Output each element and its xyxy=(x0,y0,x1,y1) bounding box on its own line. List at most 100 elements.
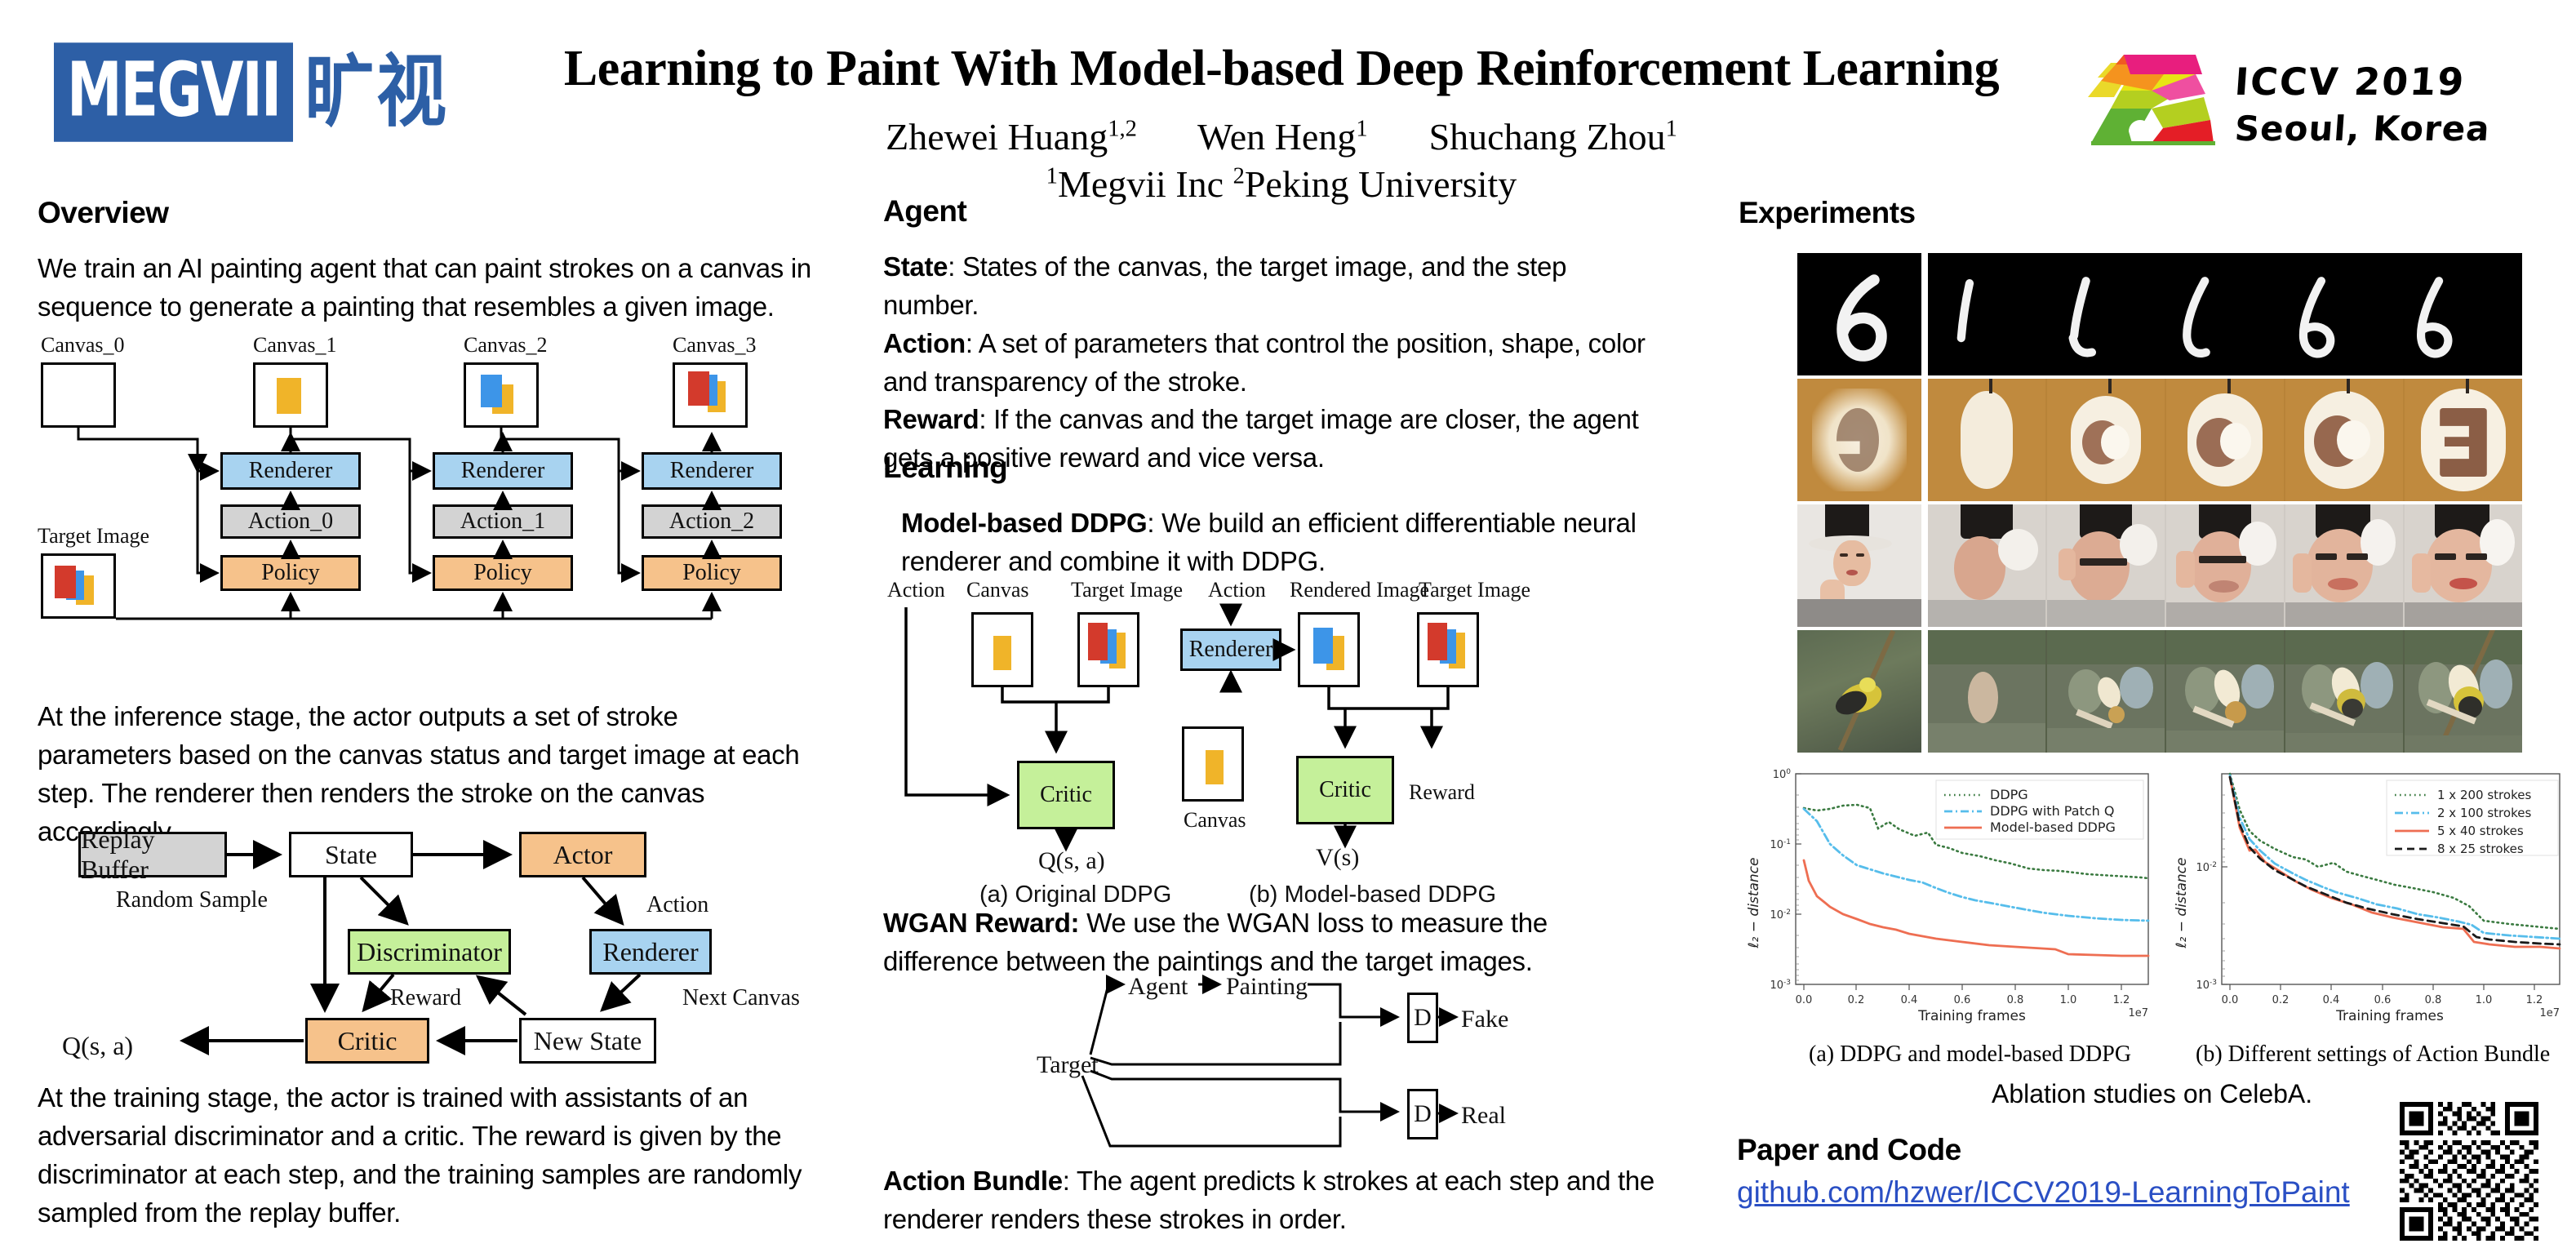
overview-heading: Overview xyxy=(38,196,169,229)
wgan-diagram: Agent Painting Target D D Fake Real xyxy=(1020,973,1624,1161)
agent-state-line: State: States of the canvas, the target … xyxy=(883,248,1667,325)
chart-a-ytick-2: 10-2 xyxy=(1770,908,1791,922)
iccv-year-label: ICCV 2019 xyxy=(2233,59,2467,104)
chart-a-legend-0: DDPG xyxy=(1990,787,2028,802)
ddpg-b-critic-box: Critic xyxy=(1296,756,1394,824)
chart-a-xtick-2: 0.4 xyxy=(1901,994,1918,1006)
wgan-reward-paragraph: WGAN Reward: We use the WGAN loss to mea… xyxy=(883,904,1659,981)
iccv-text-block: ICCV 2019 Seoul, Korea xyxy=(2233,59,2491,149)
renderer-box-training: Renderer xyxy=(589,929,712,975)
ddpg-comparison-diagram: Action Canvas Target Image Action Render… xyxy=(887,578,1688,908)
ddpg-b-output-label: V(s) xyxy=(1316,844,1360,871)
wgan-reward-label: WGAN Reward: xyxy=(883,908,1080,938)
chart-b-xtick-5: 1.0 xyxy=(2476,994,2493,1006)
next-canvas-edge-label: Next Canvas xyxy=(682,985,800,1010)
chart-b-x-exponent: 1e7 xyxy=(2539,1007,2560,1019)
author-1: Zhewei Huang1,2 xyxy=(886,116,1137,158)
poster-root: MEGVII 旷视 Learning to Paint With Model-b… xyxy=(0,0,2576,1257)
canvas-3-thumb xyxy=(673,362,748,428)
policy-box-1: Policy xyxy=(220,555,361,591)
target-thumb-bird xyxy=(1797,630,1921,753)
ddpg-a-output-label: Q(s, a) xyxy=(1038,847,1105,874)
chart-a-xtick-4: 0.8 xyxy=(2007,994,2024,1006)
agent-state-label: State xyxy=(883,251,948,282)
ddpg-b-target-label: Target Image xyxy=(1419,578,1531,602)
chart-b-legend-0: 1 x 200 strokes xyxy=(2437,788,2531,802)
wgan-discriminator-fake-box: D xyxy=(1407,993,1438,1043)
canvas-2-label: Canvas_2 xyxy=(464,333,548,357)
author-3: Shuchang Zhou1 xyxy=(1428,116,1677,158)
wgan-painting-label: Painting xyxy=(1226,973,1308,1000)
chart-a-legend-2: Model-based DDPG xyxy=(1990,819,2116,835)
chart-b-ytick-1: 10-3 xyxy=(2196,979,2217,992)
chart-a-ytick-0: 100 xyxy=(1773,768,1792,781)
digit-six-target-icon xyxy=(1837,274,1887,362)
ddpg-b-action-label: Action xyxy=(1208,578,1266,602)
renderer-box-1: Renderer xyxy=(220,452,361,490)
discriminator-box: Discriminator xyxy=(348,929,511,975)
policy-box-2: Policy xyxy=(433,555,573,591)
ddpg-b-renderer-box: Renderer xyxy=(1180,628,1281,671)
ddpg-a-target-thumb xyxy=(1077,612,1139,687)
agent-column: Agent State: States of the canvas, the t… xyxy=(883,194,1683,477)
overview-paragraph-1: We train an AI painting agent that can p… xyxy=(38,253,811,322)
target-thumb-svhn xyxy=(1797,379,1921,501)
chart-b-legend-2: 5 x 40 strokes xyxy=(2437,824,2524,838)
wgan-target-label: Target xyxy=(1037,1051,1099,1078)
q-output-label: Q(s, a) xyxy=(62,1031,134,1060)
policy-box-3: Policy xyxy=(642,555,782,591)
action-box-1: Action_1 xyxy=(433,504,573,539)
chart-b-ytick-0: 10-2 xyxy=(2196,861,2217,874)
agent-action-line: Action: A set of parameters that control… xyxy=(883,325,1667,402)
chart-a-xtick-3: 0.6 xyxy=(1954,994,1971,1006)
chart-a-legend-1: DDPG with Patch Q xyxy=(1990,803,2114,819)
learning-ddpg-line: Model-based DDPG: We build an efficient … xyxy=(901,504,1652,581)
github-link[interactable]: github.com/hzwer/ICCV2019-LearningToPain… xyxy=(1737,1175,2350,1210)
replay-buffer-box: Replay Buffer xyxy=(78,824,227,884)
chart-b-legend-1: 2 x 100 strokes xyxy=(2437,806,2531,820)
wgan-diagram-arrows xyxy=(1081,975,1459,1148)
chart-action-bundle: ℓ₂ − distance 10-2 10-3 0.0 0.2 0.4 0.6 … xyxy=(2168,766,2576,1027)
ddpg-a-canvas-label: Canvas xyxy=(966,578,1029,602)
chart-a-xtick-6: 1.2 xyxy=(2113,994,2130,1006)
ddpg-b-reward-label: Reward xyxy=(1409,780,1475,804)
action-box-2: Action_2 xyxy=(642,504,782,539)
megvii-wordmark: MEGVII xyxy=(54,42,294,142)
wgan-discriminator-real-box: D xyxy=(1407,1089,1438,1139)
chart-b-legend-3: 8 x 25 strokes xyxy=(2437,842,2524,856)
chart-b-xlabel: Training frames xyxy=(2335,1008,2444,1024)
chart-b-xtick-3: 0.6 xyxy=(2374,994,2392,1006)
target-image-label: Target Image xyxy=(38,524,150,548)
ddpg-a-canvas-thumb xyxy=(971,612,1033,687)
digit-six-progression-icon xyxy=(1956,277,2453,358)
inference-diagram: Canvas_0 Canvas_1 Canvas_2 Canvas_3 Targ… xyxy=(38,333,837,677)
chart-b-xtick-0: 0.0 xyxy=(2222,994,2239,1006)
state-box: State xyxy=(289,832,413,877)
author-list: Zhewei Huang1,2 Wen Heng1 Shuchang Zhou1 xyxy=(506,114,2057,159)
ddpg-b-canvas-thumb xyxy=(1182,726,1244,802)
chart-ddpg-comparison-svg: ℓ₂ − distance 100 10-1 10-2 10-3 0.0 0.2… xyxy=(1746,768,2150,1024)
ddpg-a-action-label: Action xyxy=(887,578,945,602)
renderer-box-2: Renderer xyxy=(433,452,573,490)
target-thumb-celeba xyxy=(1797,504,1921,627)
experiments-heading: Experiments xyxy=(1739,196,1916,229)
canvas-0-label: Canvas_0 xyxy=(41,333,125,357)
experiments-column: Experiments xyxy=(1739,196,1916,230)
canvas-2-thumb xyxy=(464,362,539,428)
ddpg-a-target-label: Target Image xyxy=(1071,578,1184,602)
chart-a-xtick-0: 0.0 xyxy=(1796,994,1813,1006)
progression-row-svhn xyxy=(1928,379,2522,501)
progression-row-bird xyxy=(1928,630,2522,753)
chart-a-ytick-3: 10-3 xyxy=(1770,979,1791,992)
qr-code xyxy=(2400,1102,2538,1241)
chart-a-ytick-1: 10-1 xyxy=(1770,838,1791,851)
chart-action-bundle-svg: ℓ₂ − distance 10-2 10-3 0.0 0.2 0.4 0.6 … xyxy=(2174,772,2561,1024)
action-edge-label: Action xyxy=(646,892,709,917)
iccv-gate-icon xyxy=(2088,55,2215,145)
canvas-1-thumb xyxy=(253,362,328,428)
chart-a-caption: (a) DDPG and model-based DDPG xyxy=(1809,1042,2132,1067)
megvii-logo: MEGVII 旷视 xyxy=(54,42,448,142)
chart-b-xtick-6: 1.2 xyxy=(2526,994,2543,1006)
canvas-3-label: Canvas_3 xyxy=(673,333,757,357)
target-thumb-mnist xyxy=(1797,253,1921,375)
